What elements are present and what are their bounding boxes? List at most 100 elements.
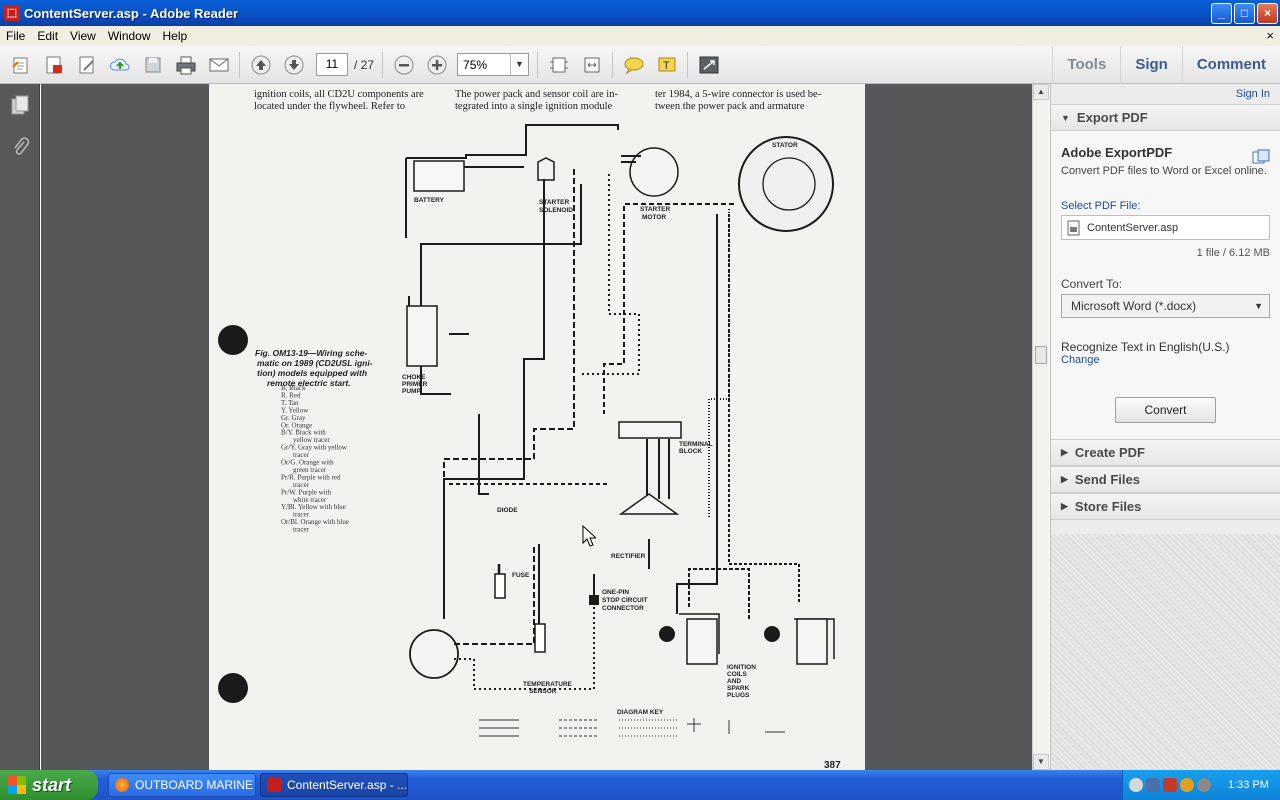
clock: 1:33 PM <box>1228 779 1269 791</box>
export-pdf-header[interactable]: ▼ Export PDF <box>1051 104 1280 131</box>
antivirus-icon[interactable] <box>1180 778 1194 792</box>
diagram-label: TEMPERATURE <box>523 681 573 688</box>
diagram-label: DIAGRAM KEY <box>617 709 664 716</box>
panel-background <box>1051 534 1280 770</box>
figure-caption: matic on 1989 (CD2USL igni- <box>257 358 373 368</box>
close-document-icon[interactable]: × <box>1266 28 1274 43</box>
chevron-down-icon: ▼ <box>1254 301 1263 311</box>
diagram-label: SENSOR <box>529 688 557 695</box>
binder-hole <box>218 673 248 703</box>
body-text: located under the flywheel. Refer to <box>254 101 405 112</box>
firefox-icon <box>115 778 129 792</box>
attachments-icon[interactable] <box>0 126 40 168</box>
start-button[interactable]: start <box>0 770 98 800</box>
diagram-label: PLUGS <box>727 692 750 699</box>
legend-item: Y/Bl. Yellow with blue <box>281 503 346 511</box>
convert-button[interactable]: Convert <box>1115 397 1216 423</box>
tray-arrow-icon[interactable] <box>1129 778 1143 792</box>
diagram-label: ONE-PIN <box>602 589 629 596</box>
diagram-label: TERMINAL <box>679 441 713 448</box>
vertical-scrollbar[interactable]: ▲ ▼ <box>1032 84 1049 770</box>
previous-page-icon[interactable] <box>249 53 273 77</box>
menu-help[interactable]: Help <box>157 29 194 43</box>
next-page-icon[interactable] <box>282 53 306 77</box>
convert-format-select[interactable]: Microsoft Word (*.docx) ▼ <box>1061 294 1270 318</box>
page-number-input[interactable]: 11 <box>316 53 348 76</box>
diagram-label: CONNECTOR <box>602 605 644 612</box>
legend-item: Or/Bl. Orange with blue <box>281 518 349 526</box>
diagram-label: SOLENOID <box>539 207 573 214</box>
save-icon[interactable] <box>141 53 165 77</box>
navigation-pane <box>0 84 40 770</box>
edit-pdf-icon[interactable] <box>75 53 99 77</box>
volume-icon[interactable] <box>1197 778 1211 792</box>
window-titlebar: ⬚ ContentServer.asp - Adobe Reader _ □ × <box>0 0 1280 26</box>
create-pdf-icon[interactable] <box>42 53 66 77</box>
minimize-button[interactable]: _ <box>1211 3 1232 24</box>
svg-text:T: T <box>663 60 670 72</box>
legend-item: Pr/R. Purple with red <box>281 473 341 481</box>
full-screen-icon[interactable] <box>697 53 721 77</box>
export-options-icon[interactable] <box>1252 149 1270 165</box>
document-view[interactable]: ignition coils, all CD2U components are … <box>41 84 1032 770</box>
chevron-down-icon[interactable]: ▼ <box>510 54 528 75</box>
triangle-right-icon: ▶ <box>1061 501 1068 511</box>
store-files-header[interactable]: ▶ Store Files <box>1051 493 1280 520</box>
email-icon[interactable] <box>207 53 231 77</box>
adobe-exportpdf-title: Adobe ExportPDF <box>1061 145 1173 160</box>
menu-bar: File Edit View Window Help × <box>0 26 1280 46</box>
create-pdf-header[interactable]: ▶ Create PDF <box>1051 439 1280 466</box>
file-info: 1 file / 6.12 MB <box>1196 247 1270 259</box>
send-files-header[interactable]: ▶ Send Files <box>1051 466 1280 493</box>
diagram-label: BLOCK <box>679 448 702 455</box>
cloud-upload-icon[interactable] <box>108 53 132 77</box>
fit-width-icon[interactable] <box>580 53 604 77</box>
network-icon[interactable] <box>1146 778 1160 792</box>
sign-in-link[interactable]: Sign In <box>1051 84 1280 104</box>
diagram-label: MOTOR <box>642 214 666 221</box>
tab-comment[interactable]: Comment <box>1181 46 1280 84</box>
diagram-label: PRIMER <box>402 381 428 388</box>
menu-file[interactable]: File <box>0 29 31 43</box>
body-text: The power pack and sensor coil are in- <box>455 89 618 100</box>
window-controls: _ □ × <box>1211 3 1278 24</box>
diagram-label: STOP CIRCUIT <box>602 597 648 604</box>
scroll-up-icon[interactable]: ▲ <box>1033 84 1049 100</box>
selected-file-field[interactable]: ContentServer.asp <box>1061 215 1270 240</box>
body-text: tegrated into a single ignition module <box>455 101 613 112</box>
menu-window[interactable]: Window <box>102 29 157 43</box>
diagram-label: DIODE <box>497 507 518 514</box>
close-button[interactable]: × <box>1257 3 1278 24</box>
menu-edit[interactable]: Edit <box>31 29 64 43</box>
diagram-label: RECTIFIER <box>611 553 646 560</box>
change-language-link[interactable]: Change <box>1061 354 1270 366</box>
security-alert-icon[interactable] <box>1163 778 1177 792</box>
comment-icon[interactable] <box>622 53 646 77</box>
taskbar-item-firefox[interactable]: OUTBOARD MARINE ... <box>108 773 256 797</box>
page-total: / 27 <box>354 57 375 72</box>
highlight-icon[interactable]: T <box>655 53 679 77</box>
print-icon[interactable] <box>174 53 198 77</box>
open-file-icon[interactable] <box>9 53 33 77</box>
taskbar-item-adobe-reader[interactable]: ContentServer.asp - ... <box>260 773 408 797</box>
figure-caption: tion) models equipped with <box>257 368 367 378</box>
page-thumbnails-icon[interactable] <box>0 84 40 126</box>
select-pdf-label: Select PDF File: <box>1061 200 1141 212</box>
zoom-out-icon[interactable] <box>392 53 416 77</box>
body-text: ter 1984, a 5-wire connector is used be- <box>655 89 822 100</box>
zoom-select[interactable]: 75% ▼ <box>457 53 530 76</box>
body-text: tween the power pack and armature <box>655 101 805 112</box>
fit-page-icon[interactable] <box>547 53 571 77</box>
export-pdf-label: Export PDF <box>1076 110 1148 125</box>
legend-item: Gr/Y. Gray with yellow <box>281 444 348 452</box>
maximize-button[interactable]: □ <box>1234 3 1255 24</box>
zoom-in-icon[interactable] <box>425 53 449 77</box>
tab-sign[interactable]: Sign <box>1120 46 1182 84</box>
scroll-down-icon[interactable]: ▼ <box>1033 754 1049 770</box>
tab-tools[interactable]: Tools <box>1052 46 1120 84</box>
toolbar: 11 / 27 75% ▼ T Tools Sign Comment <box>0 46 1280 84</box>
scrollbar-thumb[interactable] <box>1035 346 1047 364</box>
menu-view[interactable]: View <box>64 29 102 43</box>
toolbar-separator <box>612 51 614 78</box>
zoom-value: 75% <box>463 57 488 72</box>
